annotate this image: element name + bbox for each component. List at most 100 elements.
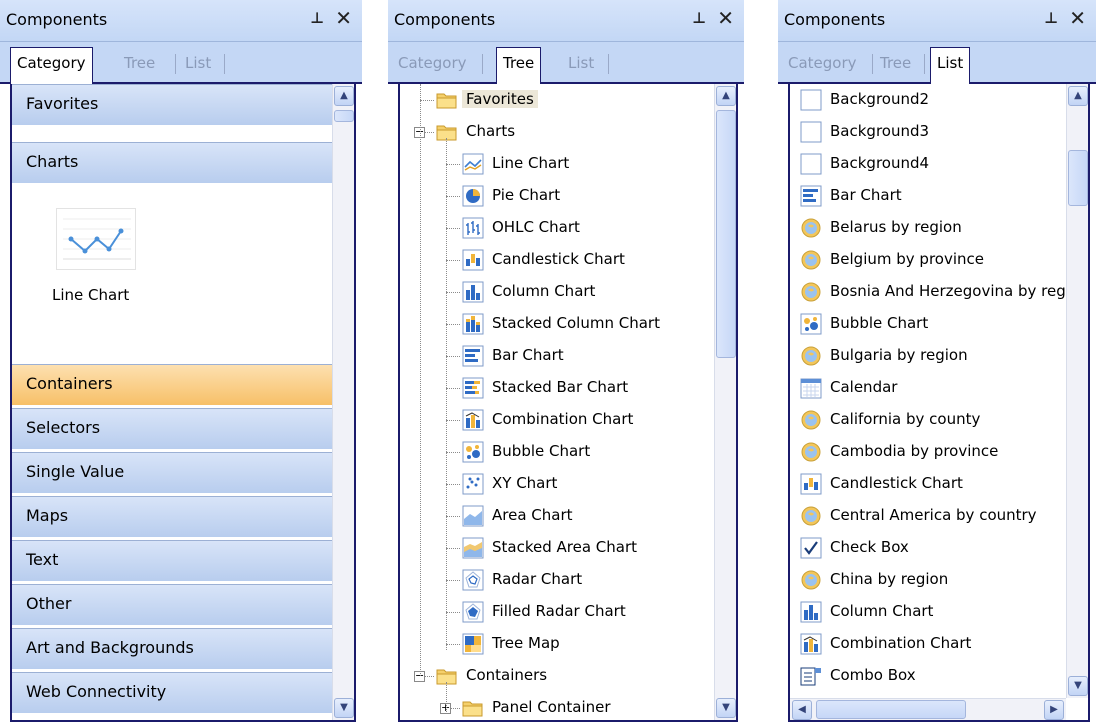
tab-tree[interactable]: Tree <box>880 54 911 72</box>
list-item[interactable]: China by region <box>800 564 1070 596</box>
tree-node-label: Stacked Bar Chart <box>492 378 629 396</box>
tree-node[interactable]: − Charts <box>400 116 700 148</box>
tab-category[interactable]: Category <box>10 47 93 85</box>
scroll-left-button[interactable]: ◀ <box>792 700 812 720</box>
radar-chart-icon <box>462 569 484 591</box>
pin-icon[interactable]: ⊥ <box>692 9 706 27</box>
tree-node[interactable]: + Panel Container <box>400 692 700 720</box>
list-item[interactable]: Check Box <box>800 532 1070 564</box>
tree-node-label: Column Chart <box>492 282 596 300</box>
tree-node[interactable]: Favorites <box>400 84 700 116</box>
tree-node[interactable]: Tree Map <box>400 628 700 660</box>
list-item[interactable]: Background3 <box>800 116 1070 148</box>
combination-chart-icon <box>462 409 484 431</box>
tab-list[interactable]: List <box>185 54 211 72</box>
category-single-value[interactable]: Single Value <box>12 452 332 494</box>
list-item[interactable]: Background4 <box>800 148 1070 180</box>
list-item[interactable]: Background2 <box>800 84 1070 116</box>
tree-node-label: Containers <box>466 666 548 684</box>
tree-node[interactable]: Bubble Chart <box>400 436 700 468</box>
vertical-scrollbar[interactable]: ▲ ▼ <box>1066 84 1088 698</box>
category-containers[interactable]: Containers <box>12 364 332 406</box>
close-icon[interactable]: ✕ <box>335 6 352 30</box>
vertical-scrollbar[interactable]: ▲ ▼ <box>332 84 354 720</box>
horizontal-scrollbar[interactable]: ◀ ▶ <box>790 698 1066 720</box>
tab-strip: Category Tree List <box>0 42 362 85</box>
tab-category[interactable]: Category <box>788 54 857 72</box>
pin-icon[interactable]: ⊥ <box>1044 9 1058 27</box>
tree-node[interactable]: Filled Radar Chart <box>400 596 700 628</box>
tree-node[interactable]: Area Chart <box>400 500 700 532</box>
tree-node[interactable]: OHLC Chart <box>400 212 700 244</box>
tab-list[interactable]: List <box>930 47 971 85</box>
horizontal-scroll-thumb[interactable] <box>816 700 966 719</box>
scroll-up-button[interactable]: ▲ <box>716 86 736 106</box>
background-icon <box>800 153 822 175</box>
category-charts[interactable]: Charts <box>12 142 332 184</box>
tree-node-label: Candlestick Chart <box>492 250 625 268</box>
tree-node[interactable]: Radar Chart <box>400 564 700 596</box>
list-item[interactable]: Bosnia And Herzegovina by regi <box>800 276 1070 308</box>
tree-node-label: Tree Map <box>492 634 560 652</box>
close-icon[interactable]: ✕ <box>1069 6 1086 30</box>
tree-connector <box>446 644 460 645</box>
scroll-up-button[interactable]: ▲ <box>1068 86 1088 106</box>
tree-node[interactable]: XY Chart <box>400 468 700 500</box>
scroll-down-button[interactable]: ▼ <box>334 698 354 718</box>
tree-node[interactable]: Candlestick Chart <box>400 244 700 276</box>
scroll-thumb[interactable] <box>716 110 736 358</box>
category-maps[interactable]: Maps <box>12 496 332 538</box>
category-web-connectivity[interactable]: Web Connectivity <box>12 672 332 714</box>
tree-connector <box>446 356 460 357</box>
tree-node-label: Line Chart <box>492 154 570 172</box>
tab-list[interactable]: List <box>568 54 594 72</box>
tree-node[interactable]: Stacked Bar Chart <box>400 372 700 404</box>
tree-node[interactable]: Column Chart <box>400 276 700 308</box>
list-item-label: Bar Chart <box>830 186 902 204</box>
category-favorites[interactable]: Favorites <box>12 84 332 126</box>
scroll-thumb[interactable] <box>1068 150 1088 206</box>
scroll-thumb[interactable] <box>334 110 354 122</box>
list-item[interactable]: Belarus by region <box>800 212 1070 244</box>
tab-category[interactable]: Category <box>398 54 467 72</box>
list-item[interactable]: Bulgaria by region <box>800 340 1070 372</box>
pin-icon[interactable]: ⊥ <box>310 9 324 27</box>
list-item[interactable]: Cambodia by province <box>800 436 1070 468</box>
tree-node[interactable]: Combination Chart <box>400 404 700 436</box>
scroll-down-button[interactable]: ▼ <box>716 698 736 718</box>
list-item[interactable]: Combination Chart <box>800 628 1070 660</box>
list-item[interactable]: Belgium by province <box>800 244 1070 276</box>
list-content: Combo Box Combination Chart Column Chart Ch… <box>788 84 1090 722</box>
tab-tree[interactable]: Tree <box>496 47 542 85</box>
tree-node[interactable]: Line Chart <box>400 148 700 180</box>
tree-node[interactable]: Stacked Column Chart <box>400 308 700 340</box>
tree-connector <box>446 612 460 613</box>
tree-node[interactable]: Pie Chart <box>400 180 700 212</box>
category-text[interactable]: Text <box>12 540 332 582</box>
category-selectors[interactable]: Selectors <box>12 408 332 450</box>
close-icon[interactable]: ✕ <box>717 6 734 30</box>
vertical-scrollbar[interactable]: ▲ ▼ <box>714 84 736 720</box>
scroll-right-button[interactable]: ▶ <box>1044 700 1064 720</box>
list-item[interactable]: Bubble Chart <box>800 308 1070 340</box>
thumbnail-caption[interactable]: Line Chart <box>52 286 129 304</box>
list-item[interactable]: California by county <box>800 404 1070 436</box>
list-item[interactable]: Combo Box <box>800 660 1070 692</box>
list-item-label: Central America by country <box>830 506 1037 524</box>
tree-node[interactable]: Stacked Area Chart <box>400 532 700 564</box>
category-art-and-backgrounds[interactable]: Art and Backgrounds <box>12 628 332 670</box>
list-item[interactable]: Candlestick Chart <box>800 468 1070 500</box>
tree-node-label: Charts <box>466 122 516 140</box>
category-other[interactable]: Other <box>12 584 332 626</box>
line-chart-thumbnail[interactable] <box>56 208 136 270</box>
tree-node[interactable]: − Containers <box>400 660 700 692</box>
list-item[interactable]: Calendar <box>800 372 1070 404</box>
list-item[interactable]: Central America by country <box>800 500 1070 532</box>
list-item[interactable]: Bar Chart <box>800 180 1070 212</box>
list-item[interactable]: Column Chart <box>800 596 1070 628</box>
scroll-up-button[interactable]: ▲ <box>334 86 354 106</box>
tab-tree[interactable]: Tree <box>124 54 155 72</box>
tree-connector <box>446 548 460 549</box>
scroll-down-button[interactable]: ▼ <box>1068 676 1088 696</box>
tree-node[interactable]: Bar Chart <box>400 340 700 372</box>
